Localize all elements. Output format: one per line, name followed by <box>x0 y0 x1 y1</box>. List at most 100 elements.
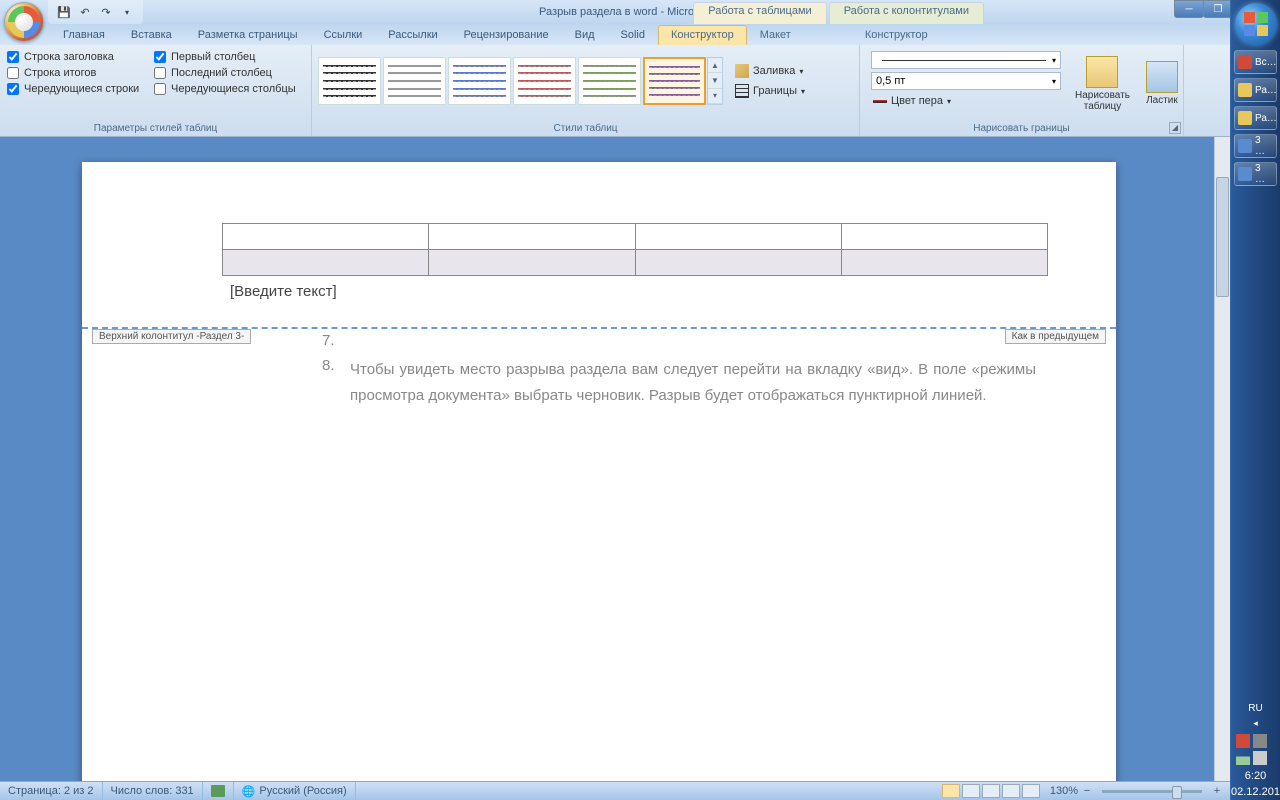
chk-first-col[interactable]: Первый столбец <box>154 51 304 63</box>
body-text[interactable]: 7. 8.Чтобы увидеть место разрыва раздела… <box>322 332 1036 416</box>
view-print-layout[interactable] <box>942 784 960 798</box>
bucket-icon <box>735 64 749 78</box>
status-language[interactable]: 🌐Русский (Россия) <box>234 782 356 800</box>
tab-references[interactable]: Ссылки <box>311 25 376 45</box>
list-num: 8. <box>322 357 350 408</box>
tray-expand-icon[interactable]: ◂ <box>1231 716 1280 731</box>
zoom-in-button[interactable]: + <box>1210 785 1224 797</box>
tab-solid[interactable]: Solid <box>608 25 658 45</box>
zoom-level[interactable]: 130% <box>1050 785 1078 797</box>
tab-table-layout[interactable]: Макет <box>747 25 804 45</box>
tab-view[interactable]: Вид <box>562 25 608 45</box>
undo-icon[interactable]: ↶ <box>75 3 95 21</box>
document-area[interactable]: [Введите текст] Верхний колонтитул -Разд… <box>0 137 1214 781</box>
list-text: Чтобы увидеть место разрыва раздела вам … <box>350 357 1036 408</box>
table-style-2[interactable] <box>383 57 446 105</box>
vertical-scrollbar[interactable] <box>1214 137 1230 781</box>
group-draw-borders: ▾ 0,5 пт▾ Цвет пера ▾ Нарисовать таблицу… <box>860 45 1184 136</box>
scrollbar-thumb[interactable] <box>1216 177 1229 297</box>
table-style-3[interactable] <box>448 57 511 105</box>
gallery-expand[interactable]: ▲▼▾ <box>707 57 723 105</box>
globe-icon: 🌐 <box>242 785 256 798</box>
tab-insert[interactable]: Вставка <box>118 25 185 45</box>
clock-time[interactable]: 6:20 <box>1231 768 1280 784</box>
app-icon <box>1238 167 1252 181</box>
placeholder-text[interactable]: [Введите текст] <box>230 283 337 300</box>
folder-icon <box>1238 83 1252 97</box>
zoom-out-button[interactable]: − <box>1080 785 1094 797</box>
context-tab-headers[interactable]: Работа с колонтитулами <box>829 2 984 24</box>
list-num: 7. <box>322 332 350 349</box>
context-tab-tables[interactable]: Работа с таблицами <box>693 2 826 24</box>
volume-icon[interactable] <box>1253 751 1267 765</box>
more-icon[interactable]: ▾ <box>708 89 722 104</box>
chk-last-col[interactable]: Последний столбец <box>154 67 304 79</box>
group-table-style-options: Строка заголовка Первый столбец Строка и… <box>0 45 312 136</box>
chk-header-row[interactable]: Строка заголовка <box>7 51 114 63</box>
maximize-button[interactable]: ❐ <box>1203 0 1233 18</box>
view-web[interactable] <box>982 784 1000 798</box>
group-label: Стили таблиц <box>312 123 859 134</box>
taskbar-item[interactable]: Ра… <box>1234 106 1277 130</box>
style-gallery[interactable]: ▲▼▾ Заливка ▾ Границы ▾ <box>317 47 854 115</box>
borders-button[interactable]: Границы ▾ <box>731 82 809 100</box>
pen-icon <box>873 100 887 103</box>
table-style-4[interactable] <box>513 57 576 105</box>
qat-more-icon[interactable]: ▾ <box>117 3 137 21</box>
chevron-down-icon[interactable]: ▼ <box>708 73 722 88</box>
group-label: Параметры стилей таблиц <box>0 123 311 134</box>
ribbon-tabs: Главная Вставка Разметка страницы Ссылки… <box>0 24 1280 45</box>
page[interactable]: [Введите текст] Верхний колонтитул -Разд… <box>82 162 1116 781</box>
tray-icon[interactable] <box>1253 734 1267 748</box>
minimize-button[interactable]: ─ <box>1174 0 1204 18</box>
redo-icon[interactable]: ↷ <box>96 3 116 21</box>
taskbar-item[interactable]: Ра… <box>1234 78 1277 102</box>
tray-icon[interactable] <box>1236 734 1250 748</box>
header-table[interactable] <box>222 223 1048 276</box>
table-style-1[interactable] <box>318 57 381 105</box>
tab-hf-design[interactable]: Конструктор <box>852 25 941 45</box>
system-tray[interactable] <box>1231 731 1280 768</box>
status-page[interactable]: Страница: 2 из 2 <box>0 782 103 800</box>
status-words[interactable]: Число слов: 331 <box>103 782 203 800</box>
taskbar-item[interactable]: Вс… <box>1234 50 1277 74</box>
shading-button[interactable]: Заливка ▾ <box>731 62 809 80</box>
draw-table-button[interactable]: Нарисовать таблицу <box>1067 47 1138 120</box>
app-icon <box>1238 55 1252 69</box>
view-draft[interactable] <box>1022 784 1040 798</box>
eraser-button[interactable]: Ластик <box>1138 47 1186 120</box>
status-bar: Страница: 2 из 2 Число слов: 331 🌐Русски… <box>0 781 1230 800</box>
chk-banded-rows[interactable]: Чередующиеся строки <box>7 83 139 95</box>
context-tab-area: Работа с таблицами Работа с колонтитулам… <box>693 2 984 24</box>
group-table-styles: ▲▼▾ Заливка ▾ Границы ▾ Стили таблиц <box>312 45 860 136</box>
table-style-5[interactable] <box>578 57 641 105</box>
pen-color-button[interactable]: Цвет пера ▾ <box>871 93 1061 109</box>
chk-total-row[interactable]: Строка итогов <box>7 67 96 79</box>
view-outline[interactable] <box>1002 784 1020 798</box>
table-style-selected[interactable] <box>643 57 706 105</box>
chevron-up-icon[interactable]: ▲ <box>708 58 722 73</box>
tab-mailings[interactable]: Рассылки <box>375 25 450 45</box>
start-button[interactable] <box>1235 3 1277 45</box>
clock-date[interactable]: 02.12.2013 <box>1231 784 1280 800</box>
tab-layout[interactable]: Разметка страницы <box>185 25 311 45</box>
tab-home[interactable]: Главная <box>50 25 118 45</box>
status-proofing[interactable] <box>203 782 234 800</box>
tab-review[interactable]: Рецензирование <box>451 25 562 45</box>
tab-design[interactable]: Конструктор <box>658 25 747 45</box>
header-tag-left: Верхний колонтитул -Раздел 3- <box>92 329 251 344</box>
zoom-slider[interactable] <box>1102 790 1202 793</box>
language-indicator[interactable]: RU <box>1231 701 1280 716</box>
line-weight-select[interactable]: 0,5 пт▾ <box>871 72 1061 90</box>
dialog-launcher-icon[interactable]: ◢ <box>1169 122 1181 134</box>
network-icon[interactable] <box>1236 751 1250 765</box>
taskbar-item[interactable]: 3 … <box>1234 134 1277 158</box>
save-icon[interactable]: 💾 <box>54 3 74 21</box>
line-style-select[interactable]: ▾ <box>871 51 1061 69</box>
office-button[interactable] <box>4 2 44 42</box>
view-full-reading[interactable] <box>962 784 980 798</box>
chk-banded-cols[interactable]: Чередующиеся столбцы <box>154 83 304 95</box>
eraser-icon <box>1146 61 1178 93</box>
taskbar-item[interactable]: 3 … <box>1234 162 1277 186</box>
borders-icon <box>735 84 749 98</box>
